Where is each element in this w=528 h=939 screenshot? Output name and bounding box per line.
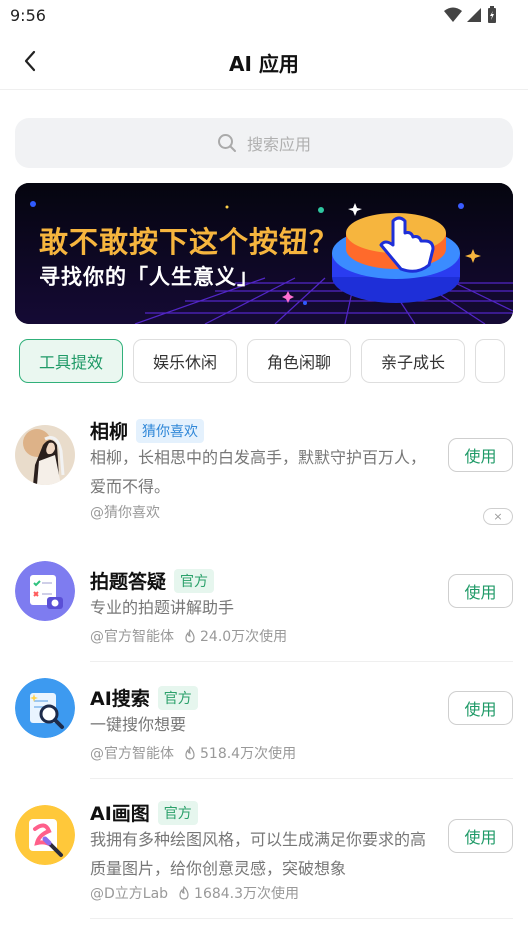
banner-subline: 寻找你的「人生意义」 [39,265,259,289]
list-item[interactable]: AI画图 官方 我拥有多种绘图风格，可以生成满足你要求的高质量图片，给你创意灵感… [0,800,528,925]
signal-icon [467,8,481,22]
item-meta: @官方智能体 24.0万次使用 [90,626,287,646]
search-input[interactable]: 搜索应用 [15,118,513,168]
item-author: @官方智能体 [90,629,174,645]
category-tabs: 工具提效 娱乐休闲 角色闲聊 亲子成长 [19,339,528,383]
item-author: @猜你喜欢 [90,505,160,521]
status-time: 9:56 [10,6,46,25]
item-description: 相柳，长相思中的白发高手，默默守护百万人，爱而不得。 [90,448,427,496]
item-title-row: 相柳 猜你喜欢 [90,417,205,444]
item-author: @D立方Lab [90,886,169,902]
banner-headline: 敢不敢按下这个按钮？ [39,225,340,259]
item-title-row: 拍题答疑 官方 [90,567,215,594]
usage-text: 1684.3万次使用 [194,886,300,902]
list-item[interactable]: 拍题答疑 官方 专业的拍题讲解助手 @官方智能体 24.0万次使用 使用 [0,560,528,660]
item-meta: @猜你喜欢 [90,502,160,522]
usage-text: 24.0万次使用 [200,629,288,645]
usage-text: 518.4万次使用 [200,746,297,762]
flame-icon [185,746,195,760]
usage-count: 24.0万次使用 [184,626,287,646]
item-author: @官方智能体 [90,746,174,762]
item-title: 相柳 [90,421,129,443]
list-item[interactable]: AI搜索 官方 一键搜你想要 @官方智能体 518.4万次使用 使用 [0,678,528,778]
ai-search-icon [15,678,75,738]
item-meta: @官方智能体 518.4万次使用 [90,743,296,763]
tab-more-partial[interactable] [475,339,506,383]
dismiss-button[interactable]: × [483,508,513,525]
tab-tools[interactable]: 工具提效 [19,339,124,383]
avatar [15,425,75,485]
item-description: 我拥有多种绘图风格，可以生成满足你要求的高质量图片，给你创意灵感，突破想象 [90,830,427,878]
tab-entertainment[interactable]: 娱乐休闲 [133,339,238,383]
item-title-row: AI画图 官方 [90,799,198,826]
question-scan-icon [15,561,75,621]
search-icon [217,134,236,152]
official-badge: 官方 [157,800,198,825]
recommend-badge: 猜你喜欢 [136,418,205,443]
use-button[interactable]: 使用 [448,574,513,608]
use-button[interactable]: 使用 [448,438,513,472]
use-button[interactable]: 使用 [448,819,513,853]
status-bar: 9:56 [0,0,528,32]
tab-role-chat[interactable]: 角色闲聊 [247,339,352,383]
character-avatar-icon [15,425,75,485]
flame-icon [185,629,195,643]
search-placeholder: 搜索应用 [246,135,311,154]
page-title: AI 应用 [229,52,299,76]
divider [90,918,513,919]
item-description: 一键搜你想要 [90,715,187,734]
use-button[interactable]: 使用 [448,691,513,725]
ai-paint-icon [15,805,75,865]
avatar [15,805,75,865]
wifi-icon [444,7,462,22]
avatar [15,678,75,738]
divider [90,661,513,662]
battery-icon [488,6,496,23]
promo-banner[interactable]: 敢不敢按下这个按钮？ 寻找你的「人生意义」 [15,183,513,324]
nav-bar: AI 应用 [0,32,528,90]
item-description: 专业的拍题讲解助手 [90,598,235,617]
list-item[interactable]: 相柳 猜你喜欢 相柳，长相思中的白发高手，默默守护百万人，爱而不得。 @猜你喜欢… [0,400,528,540]
divider [90,778,513,779]
item-title-row: AI搜索 官方 [90,684,198,711]
item-title: AI搜索 [90,688,150,710]
item-title: AI画图 [90,803,150,825]
tab-parenting[interactable]: 亲子成长 [361,339,466,383]
usage-count: 1684.3万次使用 [178,883,299,903]
flame-icon [179,886,189,900]
official-badge: 官方 [157,685,198,710]
item-meta: @D立方Lab 1684.3万次使用 [90,883,299,903]
official-badge: 官方 [174,568,215,593]
item-title: 拍题答疑 [90,571,167,593]
status-icons [444,6,498,24]
usage-count: 518.4万次使用 [184,743,296,763]
avatar [15,561,75,621]
